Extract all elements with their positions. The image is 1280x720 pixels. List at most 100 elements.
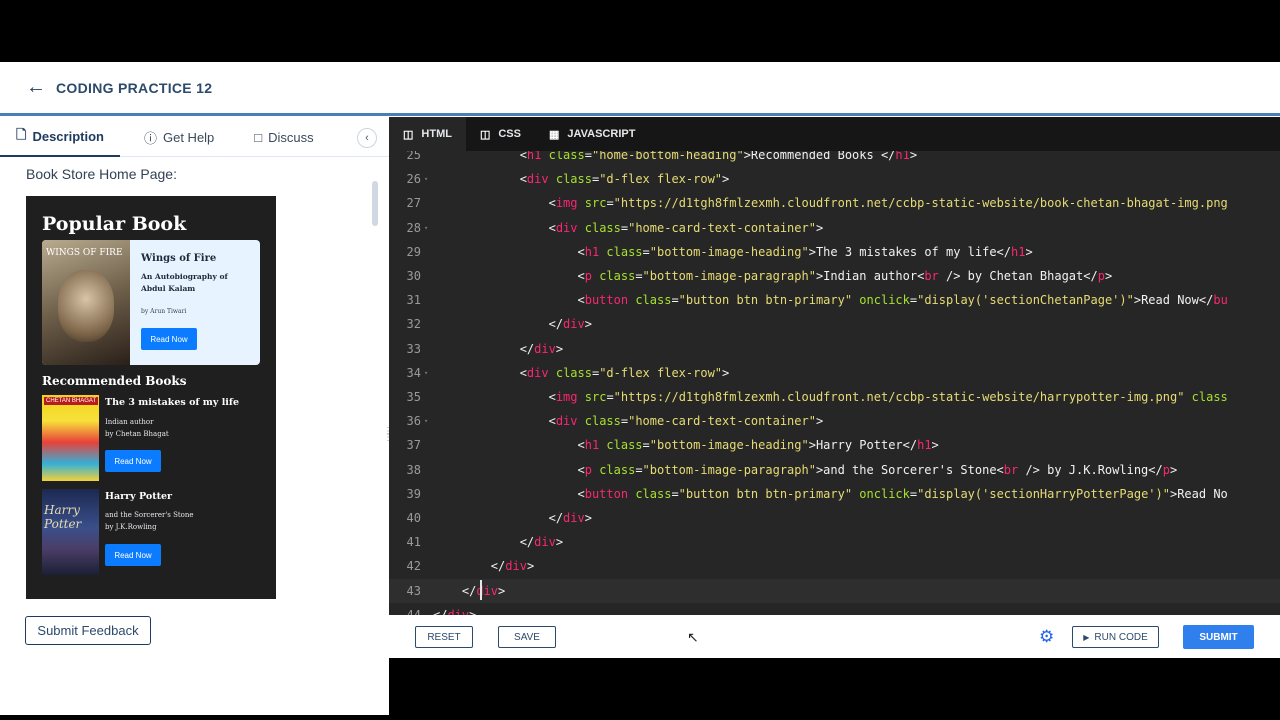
line-number: 27 (406, 196, 421, 211)
gear-icon[interactable]: ⚙ (1039, 627, 1054, 647)
run-code-label: RUN CODE (1094, 631, 1148, 643)
tab-javascript[interactable]: ▦ JAVASCRIPT (535, 117, 649, 151)
tab-css[interactable]: ◫ CSS (466, 117, 535, 151)
fold-toggle-icon[interactable]: ▾ (424, 167, 428, 191)
fold-toggle-icon[interactable]: ▾ (424, 361, 428, 385)
app-window: ← CODING PRACTICE 12 🗋 Description ⓘ Get… (0, 62, 1280, 715)
tab-get-help[interactable]: ⓘ Get Help (128, 119, 230, 157)
preview-book-line1: Indian author (105, 418, 154, 426)
code-line[interactable]: 41 </div> (389, 530, 1280, 554)
code-line[interactable]: 43 </div> (389, 578, 1280, 603)
code-line[interactable]: 37 <h1 class="bottom-image-heading">Harr… (389, 433, 1280, 457)
code-text: <div class="home-card-text-container"> (433, 414, 824, 429)
code-text: </div> (433, 583, 506, 598)
code-line[interactable]: 38 <p class="bottom-image-paragraph">and… (389, 458, 1280, 482)
description-heading: Book Store Home Page: (26, 166, 177, 182)
line-number: 40 (406, 511, 421, 525)
code-line[interactable]: 25 <h1 class="home-bottom-heading">Recom… (389, 151, 1280, 167)
preview-read-now-button: Read Now (105, 450, 161, 472)
code-line[interactable]: 44 </div> (389, 603, 1280, 615)
submit-feedback-button[interactable]: Submit Feedback (25, 616, 151, 645)
description-scrollbar[interactable] (372, 181, 378, 226)
preview-book-line2: by J.K.Rowling (105, 523, 157, 531)
tab-label: CSS (498, 128, 521, 140)
preview-popular-card: WINGS OF FIRE Wings of Fire An Autobiogr… (42, 240, 260, 365)
code-text: </div> (433, 535, 564, 550)
arrow-left-icon[interactable]: ← (26, 76, 46, 99)
code-line[interactable]: 36 ▾ <div class="home-card-text-container… (389, 409, 1280, 433)
code-line[interactable]: 39 <button class="button btn btn-primary… (389, 482, 1280, 506)
code-text: <img src="https://d1tgh8fmlzexmh.cloudfr… (433, 196, 1228, 211)
code-line[interactable]: 32 </div> (389, 312, 1280, 336)
page-title: CODING PRACTICE 12 (56, 79, 213, 96)
line-number: 36 (406, 414, 421, 429)
code-line[interactable]: 26 ▾ <div class="d-flex flex-row"> (389, 167, 1280, 191)
preview-popular-heading: Wings of Fire (141, 253, 217, 264)
line-number: 35 (406, 390, 421, 404)
preview-book-heading: The 3 mistakes of my life (105, 397, 240, 408)
tab-discuss[interactable]: □ Discuss (238, 119, 329, 157)
line-number: 43 (406, 583, 421, 598)
line-number: 32 (406, 317, 421, 332)
run-code-button[interactable]: ▶ RUN CODE (1072, 626, 1159, 648)
preview-popular-subtitle: An Autobiography of Abdul Kalam (141, 272, 228, 293)
line-number: 28 (406, 220, 421, 235)
text-caret (480, 580, 482, 600)
code-text: <div class="d-flex flex-row"> (433, 365, 730, 380)
code-text: <img src="https://d1tgh8fmlzexmh.cloudfr… (433, 390, 1228, 404)
code-line[interactable]: 29 <h1 class="bottom-image-heading">The … (389, 240, 1280, 264)
preview-popular-author: by Arun Tiwari (141, 308, 187, 315)
editor-footer: RESET SAVE ⚙ ▶ RUN CODE SUBMIT (389, 615, 1280, 658)
code-line[interactable]: 35 <img src="https://d1tgh8fmlzexmh.clou… (389, 385, 1280, 409)
code-line[interactable]: 28 ▾ <div class="home-card-text-container… (389, 216, 1280, 240)
code-text: <div class="home-card-text-container"> (433, 220, 824, 235)
wings-of-fire-cover: WINGS OF FIRE (42, 240, 130, 365)
line-number: 39 (406, 486, 421, 501)
code-text: <h1 class="home-bottom-heading">Recommen… (433, 151, 918, 162)
tab-label: Get Help (162, 130, 215, 145)
code-text: </div> (433, 607, 477, 615)
code-text: </div> (433, 511, 592, 525)
code-line[interactable]: 34 ▾ <div class="d-flex flex-row"> (389, 361, 1280, 385)
output-preview-image: Popular Book WINGS OF FIRE Wings of Fire… (26, 196, 276, 599)
code-text: <button class="button btn btn-primary" o… (433, 486, 1228, 501)
top-header: ← CODING PRACTICE 12 (0, 62, 1280, 116)
tab-label: JAVASCRIPT (567, 128, 636, 140)
css3-icon: ◫ (479, 128, 491, 141)
code-editor-panel: ◫ HTML ◫ CSS ▦ JAVASCRIPT 25 <h1 class="… (389, 117, 1280, 615)
chetan-bhagat-cover: CHETAN BHAGAT (42, 395, 99, 481)
preview-recommended-title: Recommended Books (42, 374, 187, 388)
code-text: <p class="bottom-image-paragraph">Indian… (433, 269, 1113, 283)
tab-html[interactable]: ◫ HTML (389, 117, 466, 151)
line-number: 34 (406, 365, 421, 380)
submit-button[interactable]: SUBMIT (1183, 625, 1254, 649)
save-button[interactable]: SAVE (498, 626, 556, 648)
chat-icon: □ (254, 130, 263, 145)
line-number: 30 (406, 269, 421, 283)
cover-portrait (58, 270, 114, 342)
code-line[interactable]: 31 <button class="button btn btn-primary… (389, 288, 1280, 312)
code-line[interactable]: 40 </div> (389, 506, 1280, 530)
line-number: 31 (406, 293, 421, 308)
tab-description[interactable]: 🗋 Description (0, 119, 120, 157)
line-number: 38 (406, 462, 421, 477)
code-editor[interactable]: 25 <h1 class="home-bottom-heading">Recom… (389, 151, 1280, 615)
code-text: <div class="d-flex flex-row"> (433, 172, 730, 187)
left-tabs: 🗋 Description ⓘ Get Help □ Discuss ‹ (0, 119, 389, 157)
line-number: 29 (406, 244, 421, 259)
js-file-icon: ▦ (548, 128, 560, 141)
code-text: <h1 class="bottom-image-heading">The 3 m… (433, 244, 1033, 259)
mouse-pointer-icon: ↖ (687, 629, 699, 645)
reset-button[interactable]: RESET (415, 626, 473, 648)
fold-toggle-icon[interactable]: ▾ (424, 216, 428, 240)
code-line[interactable]: 33 </div> (389, 337, 1280, 361)
preview-read-now-button: Read Now (105, 544, 161, 566)
code-line[interactable]: 27 <img src="https://d1tgh8fmlzexmh.clou… (389, 191, 1280, 215)
collapse-panel-button[interactable]: ‹ (357, 128, 377, 148)
code-line[interactable]: 42 </div> (389, 554, 1280, 578)
fold-toggle-icon[interactable]: ▾ (424, 409, 428, 433)
cover-text: WINGS OF FIRE (46, 248, 123, 258)
line-number: 37 (406, 438, 421, 453)
code-line[interactable]: 30 <p class="bottom-image-paragraph">Ind… (389, 264, 1280, 288)
editor-tabs: ◫ HTML ◫ CSS ▦ JAVASCRIPT (389, 117, 1280, 151)
